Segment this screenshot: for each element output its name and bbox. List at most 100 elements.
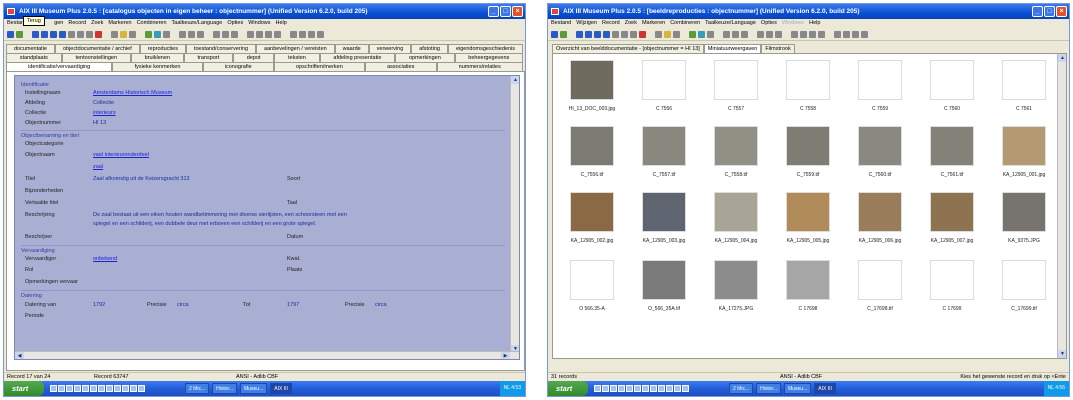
tab-fysieke-kenmerken[interactable]: fysieke kenmerken	[112, 62, 203, 71]
quicklaunch-icon[interactable]	[610, 385, 617, 392]
thumbnail-item[interactable]: C_7560.tif	[853, 126, 907, 178]
copy-record-icon[interactable]	[86, 30, 93, 38]
thumbnail-item[interactable]: O 566.35-A	[565, 260, 619, 312]
save-icon[interactable]	[154, 30, 161, 38]
first-record-icon[interactable]	[576, 30, 583, 38]
thumbnail-image[interactable]	[642, 260, 686, 300]
field-beschrijving-line-1[interactable]: De zaal bestaat uit een eiken houten wan…	[93, 212, 347, 218]
quicklaunch-icon[interactable]	[634, 385, 641, 392]
quicklaunch-icon[interactable]	[82, 385, 89, 392]
menu-combineren[interactable]: Combineren	[137, 19, 167, 28]
thumbnail-item[interactable]: O_566_35A.tif	[637, 260, 691, 312]
tab-verwerving[interactable]: verwerving	[368, 44, 412, 53]
thumbnail-item[interactable]: C 17698	[781, 260, 835, 312]
quicklaunch-icon[interactable]	[642, 385, 649, 392]
scroll-up-icon[interactable]: ▲	[511, 76, 519, 84]
tab-filmstrook[interactable]: Filmstrook	[761, 44, 795, 53]
tab-bruiklenen[interactable]: bruiklenen	[130, 53, 184, 62]
delete-record-icon[interactable]	[95, 30, 102, 38]
quicklaunch-icon[interactable]	[650, 385, 657, 392]
field-collectie[interactable]: interieurs	[93, 110, 116, 116]
taskbar-item-museum[interactable]: Museu...	[784, 383, 812, 394]
horizontal-scrollbar[interactable]: ◀ ▶	[15, 351, 519, 359]
field-beschrijving-line-2[interactable]: spiegel en een schilderij, een dubbele d…	[93, 221, 316, 227]
taskbar-item-mail[interactable]: 2 Mic...	[729, 383, 754, 394]
tab-beheergegevens[interactable]: beheergegevens	[454, 53, 524, 62]
thumbnail-image[interactable]	[714, 192, 758, 232]
start-button[interactable]: start	[4, 381, 44, 396]
view-icon-2[interactable]	[188, 30, 195, 38]
next-record-icon[interactable]	[50, 30, 57, 38]
view-icon-3[interactable]	[197, 30, 204, 38]
thumbnail-item[interactable]: C_17698.tif	[853, 260, 907, 312]
thumbnail-image[interactable]	[570, 192, 614, 232]
field-objectnaam-1[interactable]: vast interieuronderdeel	[93, 152, 149, 158]
taskbar-item-aix[interactable]: AIX III	[270, 383, 292, 394]
window-title-bar[interactable]: AIX III Museum Plus 2.0.5 : [catalogus o…	[4, 4, 525, 19]
search-icon[interactable]	[111, 30, 118, 38]
thumbnail-image[interactable]	[570, 260, 614, 300]
quicklaunch-icon[interactable]	[74, 385, 81, 392]
tool-icon-8[interactable]	[290, 30, 297, 38]
tab-associaties[interactable]: associaties	[364, 62, 437, 71]
tool-icon-2[interactable]	[766, 30, 773, 38]
tool-icon-3[interactable]	[231, 30, 238, 38]
thumbnail-image[interactable]	[714, 126, 758, 166]
quicklaunch-icon[interactable]	[114, 385, 121, 392]
menu-windows[interactable]: Windows	[782, 19, 804, 28]
thumbnail-item[interactable]: KA_12905_005.jpg	[781, 192, 835, 244]
thumbnail-image[interactable]	[858, 192, 902, 232]
quicklaunch-icon[interactable]	[130, 385, 137, 392]
tool-icon-8[interactable]	[834, 30, 841, 38]
tab-teksten[interactable]: teksten	[274, 53, 320, 62]
tool-icon-6[interactable]	[809, 30, 816, 38]
thumbnail-image[interactable]	[642, 60, 686, 100]
tool-icon-7[interactable]	[818, 30, 825, 38]
menu-taalkeuze[interactable]: Taalkeuze/Language	[172, 19, 223, 28]
field-precisie-tot[interactable]: circa	[375, 302, 387, 308]
menu-help[interactable]: Help	[276, 19, 287, 28]
field-datering-van[interactable]: 1792	[93, 302, 105, 308]
tray-language[interactable]: NL	[504, 385, 510, 391]
field-objectnaam-2[interactable]: zaal	[93, 164, 103, 170]
help-icon[interactable]	[317, 30, 324, 38]
tool-icon-10[interactable]	[852, 30, 859, 38]
thumbnail-image[interactable]	[1002, 60, 1046, 100]
quicklaunch-icon[interactable]	[682, 385, 689, 392]
last-record-icon[interactable]	[603, 30, 610, 38]
field-objectnummer[interactable]: HI 13	[93, 120, 106, 126]
filter-icon[interactable]	[68, 30, 75, 38]
quicklaunch-icon[interactable]	[106, 385, 113, 392]
back-icon[interactable]	[551, 30, 558, 38]
view-icon-1[interactable]	[179, 30, 186, 38]
field-afdeling[interactable]: Collectie	[93, 100, 114, 106]
tab-afdeling-presentatie[interactable]: afdeling presentatie	[319, 53, 396, 62]
thumbnail-image[interactable]	[930, 126, 974, 166]
tab-waarde[interactable]: waarde	[334, 44, 369, 53]
thumbnail-item[interactable]: KA_12905_006.jpg	[853, 192, 907, 244]
thumbnail-item[interactable]: C_7558.tif	[709, 126, 763, 178]
back-icon[interactable]	[7, 30, 14, 38]
quicklaunch-icon[interactable]	[618, 385, 625, 392]
quicklaunch-icon[interactable]	[66, 385, 73, 392]
menu-zoek[interactable]: Zoek	[625, 19, 637, 28]
quicklaunch-icon[interactable]	[594, 385, 601, 392]
quicklaunch-icon[interactable]	[58, 385, 65, 392]
menu-combineren[interactable]: Combineren	[670, 19, 700, 28]
help-icon[interactable]	[861, 30, 868, 38]
forward-icon[interactable]	[16, 30, 23, 38]
thumbnail-item[interactable]: C 7558	[781, 60, 835, 112]
menu-windows[interactable]: Windows	[248, 19, 270, 28]
scroll-left-icon[interactable]: ◀	[15, 352, 24, 359]
field-vervaardiger[interactable]: onbekend	[93, 256, 117, 262]
previous-record-icon[interactable]	[585, 30, 592, 38]
delete-record-icon[interactable]	[639, 30, 646, 38]
menu-gen[interactable]: gen	[54, 19, 63, 28]
thumbnail-item[interactable]: KA_12905_001.jpg	[997, 126, 1051, 178]
close-button[interactable]: ×	[1056, 6, 1067, 17]
thumbnail-image[interactable]	[786, 260, 830, 300]
window-title-bar[interactable]: AIX III Museum Plus 2.0.5 : [beeldreprod…	[548, 4, 1069, 19]
thumbnail-item[interactable]: C 7556	[637, 60, 691, 112]
thumbnail-item[interactable]: HI_13_DOC_003.jpg	[565, 60, 619, 112]
tab-documentatie[interactable]: documentatie	[6, 44, 55, 53]
